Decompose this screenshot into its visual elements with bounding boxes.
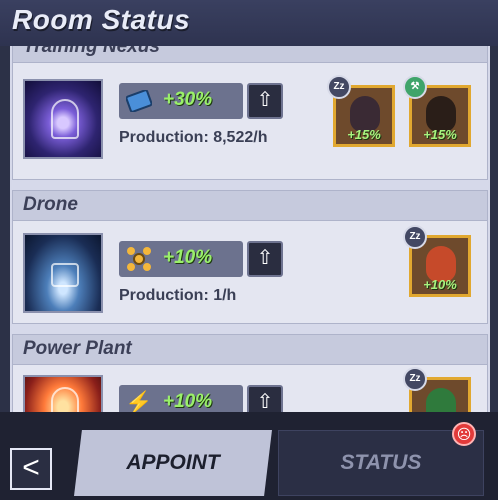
- boost-indicator: +30%: [119, 83, 243, 119]
- boost-indicator: +10%: [119, 241, 243, 277]
- sleep-icon: Zz: [403, 367, 427, 391]
- hero-bonus: +15%: [347, 127, 381, 142]
- room-card-training-nexus: Training Nexus +30% ⇧ Production: 8,522/…: [12, 46, 488, 180]
- room-header: Drone: [13, 191, 487, 221]
- room-name: Training Nexus: [23, 46, 160, 57]
- sleep-icon: Zz: [403, 225, 427, 249]
- room-card-power-plant: Power Plant ⚡ +10% ⇧ Zz: [12, 334, 488, 412]
- room-header: Training Nexus: [13, 46, 487, 63]
- room-list[interactable]: Training Nexus +30% ⇧ Production: 8,522/…: [10, 46, 490, 412]
- tab-appoint[interactable]: APPOINT: [74, 430, 272, 496]
- boost-value: +10%: [163, 247, 213, 268]
- upgrade-button[interactable]: ⇧: [247, 385, 283, 412]
- power-plant-image: [23, 375, 103, 412]
- training-nexus-image: [23, 79, 103, 159]
- boost-value: +30%: [163, 89, 213, 110]
- drone-icon: [125, 245, 153, 273]
- room-name: Power Plant: [23, 338, 132, 359]
- lightning-icon: ⚡: [125, 390, 153, 412]
- production-rate: Production: 8,522/h: [119, 129, 268, 146]
- sad-face-icon: ☹: [452, 422, 476, 446]
- upgrade-button[interactable]: ⇧: [247, 241, 283, 277]
- room-card-drone: Drone +10% ⇧ Production: 1/h +10% Zz: [12, 190, 488, 324]
- room-name: Drone: [23, 194, 78, 215]
- chip-icon: [125, 87, 153, 115]
- back-button[interactable]: <: [10, 448, 52, 490]
- hero-bonus: +15%: [423, 127, 457, 142]
- room-header: Power Plant: [13, 335, 487, 365]
- upgrade-button[interactable]: ⇧: [247, 83, 283, 119]
- page-title: Room Status: [12, 4, 191, 35]
- boost-indicator: ⚡ +10%: [119, 385, 243, 412]
- hammer-icon: ⚒: [403, 75, 427, 99]
- hero-bonus: +10%: [423, 277, 457, 292]
- production-rate: Production: 1/h: [119, 287, 237, 304]
- drone-image: [23, 233, 103, 313]
- boost-value: +10%: [163, 391, 213, 412]
- header-bar: Room Status: [0, 0, 498, 46]
- sleep-icon: Zz: [327, 75, 351, 99]
